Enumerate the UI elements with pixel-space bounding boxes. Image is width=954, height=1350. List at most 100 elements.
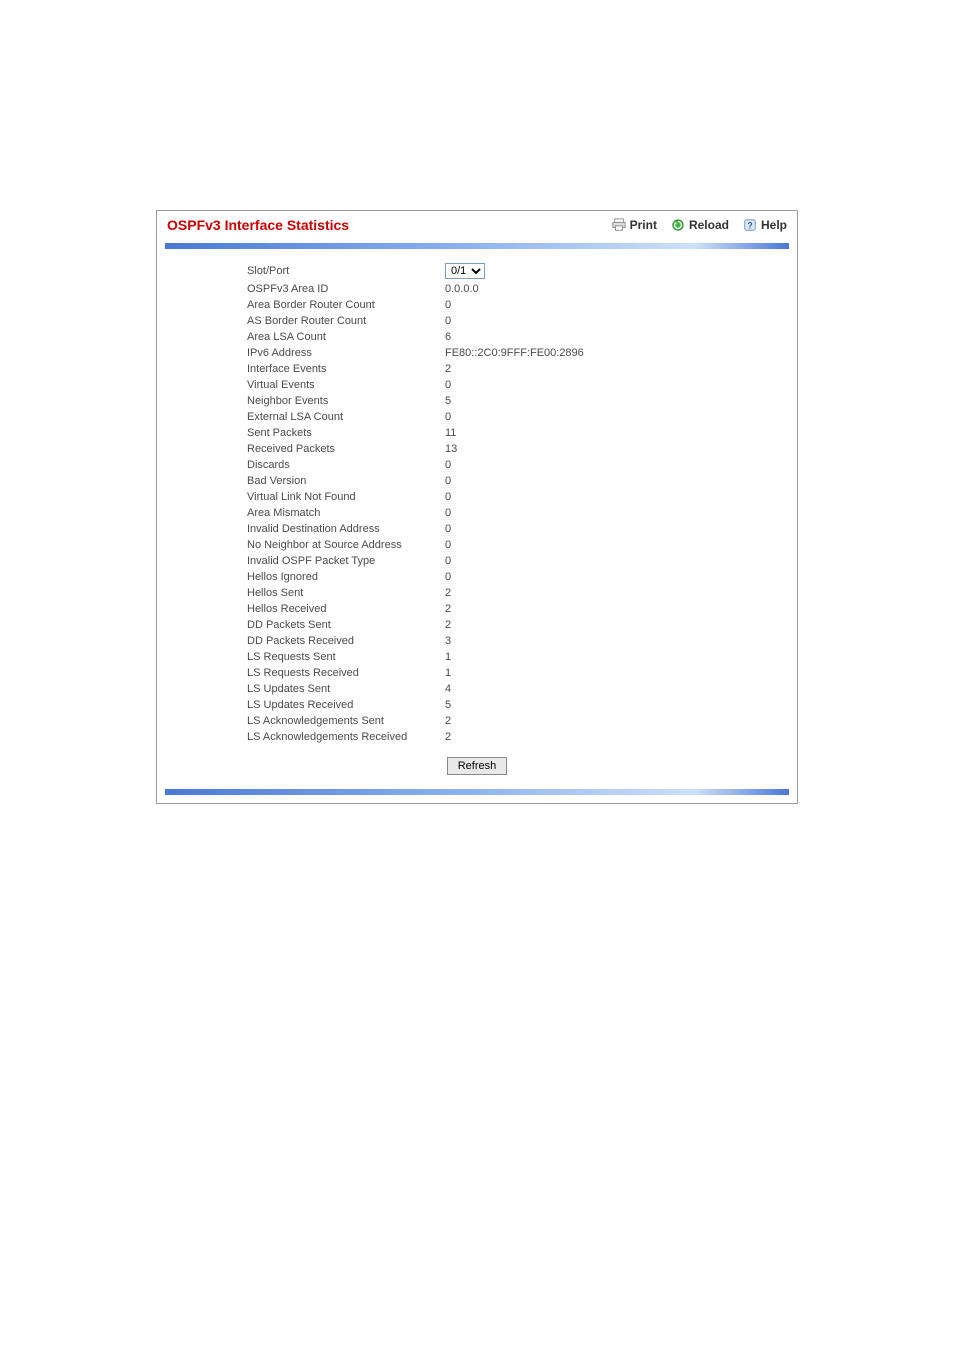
table-row: Hellos Sent2 (247, 585, 592, 601)
stat-label: No Neighbor at Source Address (247, 537, 445, 553)
printer-icon (612, 218, 626, 232)
stats-table: Slot/Port0/1OSPFv3 Area ID0.0.0.0Area Bo… (247, 261, 592, 745)
table-row: Area LSA Count6 (247, 329, 592, 345)
help-link[interactable]: ? Help (743, 218, 787, 232)
table-row: LS Acknowledgements Received2 (247, 729, 592, 745)
stat-value: 1 (445, 665, 592, 681)
stat-value: 11 (445, 425, 592, 441)
stat-value: 2 (445, 617, 592, 633)
stat-label: DD Packets Received (247, 633, 445, 649)
table-row: OSPFv3 Area ID0.0.0.0 (247, 281, 592, 297)
table-row: LS Requests Received1 (247, 665, 592, 681)
header-actions: Print Reload ? Help (612, 218, 787, 232)
slot-port-select[interactable]: 0/1 (445, 263, 485, 279)
table-row: DD Packets Received3 (247, 633, 592, 649)
stat-value: 2 (445, 713, 592, 729)
stat-value: 1 (445, 649, 592, 665)
table-row: Area Mismatch0 (247, 505, 592, 521)
divider-bottom (165, 789, 789, 795)
table-row: Interface Events2 (247, 361, 592, 377)
stat-value: FE80::2C0:9FFF:FE00:2896 (445, 345, 592, 361)
stat-label: IPv6 Address (247, 345, 445, 361)
reload-link[interactable]: Reload (671, 218, 729, 232)
table-row: DD Packets Sent2 (247, 617, 592, 633)
table-row: Virtual Events0 (247, 377, 592, 393)
stat-label: LS Acknowledgements Sent (247, 713, 445, 729)
stat-value: 13 (445, 441, 592, 457)
table-row: IPv6 AddressFE80::2C0:9FFF:FE00:2896 (247, 345, 592, 361)
table-row: Discards0 (247, 457, 592, 473)
stat-label: AS Border Router Count (247, 313, 445, 329)
stat-label: Slot/Port (247, 261, 445, 281)
stat-value: 0 (445, 553, 592, 569)
stats-panel: OSPFv3 Interface Statistics Print Reload (156, 210, 798, 804)
stat-label: LS Acknowledgements Received (247, 729, 445, 745)
table-row: Hellos Received2 (247, 601, 592, 617)
reload-icon (671, 218, 685, 232)
table-row: Invalid OSPF Packet Type0 (247, 553, 592, 569)
stat-value: 0 (445, 537, 592, 553)
table-row: AS Border Router Count0 (247, 313, 592, 329)
table-row: LS Acknowledgements Sent2 (247, 713, 592, 729)
refresh-button[interactable]: Refresh (447, 757, 508, 775)
panel-header: OSPFv3 Interface Statistics Print Reload (157, 211, 797, 239)
stat-label: Invalid Destination Address (247, 521, 445, 537)
stat-value: 0 (445, 489, 592, 505)
table-row: Neighbor Events5 (247, 393, 592, 409)
stat-value: 0/1 (445, 261, 592, 281)
stat-value: 2 (445, 361, 592, 377)
stat-label: Interface Events (247, 361, 445, 377)
stat-label: LS Updates Received (247, 697, 445, 713)
table-row: No Neighbor at Source Address0 (247, 537, 592, 553)
stat-label: OSPFv3 Area ID (247, 281, 445, 297)
stat-label: LS Updates Sent (247, 681, 445, 697)
table-row: Bad Version0 (247, 473, 592, 489)
stat-value: 0 (445, 457, 592, 473)
stat-label: Hellos Received (247, 601, 445, 617)
stat-label: Discards (247, 457, 445, 473)
stat-value: 0 (445, 377, 592, 393)
content-area: Slot/Port0/1OSPFv3 Area ID0.0.0.0Area Bo… (157, 249, 797, 789)
stat-value: 5 (445, 393, 592, 409)
stat-label: LS Requests Received (247, 665, 445, 681)
stat-value: 6 (445, 329, 592, 345)
stat-value: 0 (445, 473, 592, 489)
print-link[interactable]: Print (612, 218, 657, 232)
stat-value: 0 (445, 297, 592, 313)
help-label: Help (761, 218, 787, 232)
print-label: Print (630, 218, 657, 232)
stat-value: 0 (445, 569, 592, 585)
stat-value: 3 (445, 633, 592, 649)
table-row: LS Requests Sent1 (247, 649, 592, 665)
stat-label: DD Packets Sent (247, 617, 445, 633)
stat-label: Hellos Ignored (247, 569, 445, 585)
page-title: OSPFv3 Interface Statistics (167, 217, 612, 233)
svg-text:?: ? (747, 221, 752, 231)
table-row: Slot/Port0/1 (247, 261, 592, 281)
reload-label: Reload (689, 218, 729, 232)
stat-value: 4 (445, 681, 592, 697)
stat-label: Received Packets (247, 441, 445, 457)
stat-value: 0 (445, 521, 592, 537)
stat-value: 5 (445, 697, 592, 713)
stat-label: Hellos Sent (247, 585, 445, 601)
stat-value: 2 (445, 729, 592, 745)
table-row: Area Border Router Count0 (247, 297, 592, 313)
stat-label: External LSA Count (247, 409, 445, 425)
table-row: LS Updates Sent4 (247, 681, 592, 697)
button-row: Refresh (167, 745, 787, 783)
stat-label: Area Border Router Count (247, 297, 445, 313)
stat-label: Bad Version (247, 473, 445, 489)
stat-label: LS Requests Sent (247, 649, 445, 665)
stat-label: Invalid OSPF Packet Type (247, 553, 445, 569)
stat-value: 0 (445, 409, 592, 425)
stat-label: Virtual Events (247, 377, 445, 393)
stat-value: 0.0.0.0 (445, 281, 592, 297)
stat-value: 2 (445, 601, 592, 617)
stat-label: Neighbor Events (247, 393, 445, 409)
stat-label: Area LSA Count (247, 329, 445, 345)
stat-value: 0 (445, 313, 592, 329)
table-row: Sent Packets11 (247, 425, 592, 441)
help-icon: ? (743, 218, 757, 232)
table-row: Invalid Destination Address0 (247, 521, 592, 537)
